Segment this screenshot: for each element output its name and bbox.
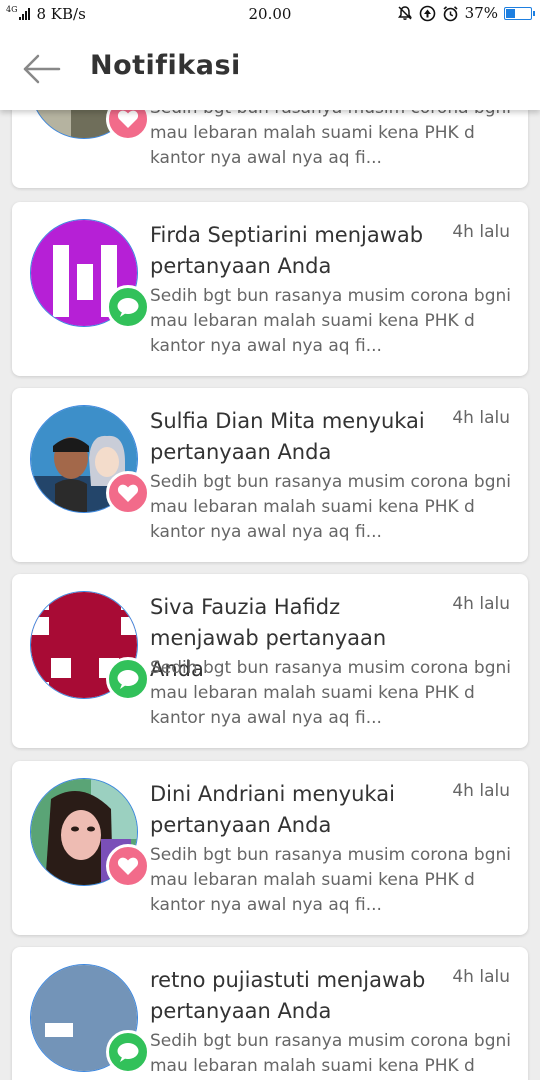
answer-badge <box>106 657 150 701</box>
heart-icon <box>117 484 139 502</box>
notification-time: 4h lalu <box>452 967 510 987</box>
back-button[interactable] <box>22 52 62 86</box>
notification-list[interactable]: Sedih bgt bun rasanya musim corona bgni … <box>0 0 540 1080</box>
battery-icon <box>504 6 535 20</box>
battery-percent: 37% <box>464 4 498 22</box>
page-title: Notifikasi <box>90 50 241 81</box>
notification-title: retno pujiastuti menjawab pertanyaan And… <box>150 968 426 1023</box>
answer-badge <box>106 285 150 329</box>
chat-bubble-icon <box>117 670 139 689</box>
notification-snippet: Sedih bgt bun rasanya musim corona bgni … <box>150 1031 511 1076</box>
chat-bubble-icon <box>117 1043 139 1062</box>
chat-bubble-icon <box>117 298 139 317</box>
notification-card[interactable]: Dini Andriani menyukai pertanyaan Anda 4… <box>12 761 528 935</box>
notification-title: Sulfia Dian Mita menyukai pertanyaan And… <box>150 409 425 464</box>
notification-time: 4h lalu <box>452 781 510 801</box>
notification-time: 4h lalu <box>452 408 510 428</box>
bell-off-icon <box>397 6 412 20</box>
app-header: Notifikasi <box>0 28 540 110</box>
notification-card[interactable]: retno pujiastuti menjawab pertanyaan And… <box>12 947 528 1080</box>
notification-snippet: Sedih bgt bun rasanya musim corona bgni … <box>150 845 511 915</box>
heart-icon <box>117 857 139 875</box>
answer-badge <box>106 1030 150 1074</box>
data-saver-icon <box>419 5 435 21</box>
notification-title: Firda Septiarini menjawab pertanyaan And… <box>150 223 424 278</box>
alarm-icon <box>443 5 458 21</box>
notification-snippet: Sedih bgt bun rasanya musim corona bgni … <box>150 286 511 356</box>
notification-snippet: Sedih bgt bun rasanya musim corona bgni … <box>150 472 511 542</box>
notification-card[interactable]: Siva Fauzia Hafidz menjawab pertanyaan A… <box>12 574 528 748</box>
status-bar: 4G 8 KB/s 20.00 37% <box>0 0 540 28</box>
notification-time: 4h lalu <box>452 222 510 242</box>
notification-snippet: Sedih bgt bun rasanya musim corona bgni … <box>150 658 511 728</box>
notification-card[interactable]: Sulfia Dian Mita menyukai pertanyaan And… <box>12 388 528 562</box>
notification-card[interactable]: Firda Septiarini menjawab pertanyaan And… <box>12 202 528 376</box>
like-badge <box>106 844 150 888</box>
like-badge <box>106 471 150 515</box>
status-right: 37% <box>397 4 535 22</box>
notification-time: 4h lalu <box>452 594 510 614</box>
notification-title: Dini Andriani menyukai pertanyaan Anda <box>150 782 395 837</box>
arrow-left-icon <box>23 54 61 84</box>
heart-icon <box>117 110 139 128</box>
